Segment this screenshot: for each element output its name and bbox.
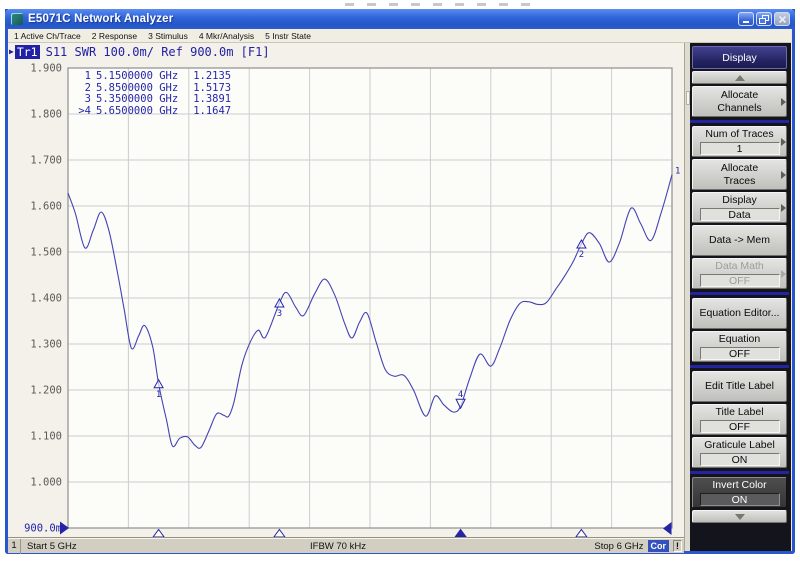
marker-table: 15.1500000 GHz1.213525.8500000 GHz1.5173… xyxy=(76,71,231,117)
sweep-start-label: Start 5 GHz xyxy=(27,541,77,552)
softkey-value-equation: OFF xyxy=(700,347,780,360)
softkey-value-invert-color: ON xyxy=(700,493,780,506)
softkey-label: Num of Traces xyxy=(705,128,773,141)
ifbw-label: IFBW 70 kHz xyxy=(310,541,366,552)
submenu-arrow-icon xyxy=(781,171,786,179)
active-trace-pointer-icon: ▶ xyxy=(9,47,14,56)
marker-frequency: 5.1500000 GHz xyxy=(96,71,178,83)
page: E5071C Network Analyzer 1 Active Ch/Trac… xyxy=(0,0,800,567)
channel-number-cell: 1 xyxy=(8,539,21,554)
softkey-scroll-down-button[interactable] xyxy=(692,510,787,523)
submenu-arrow-icon xyxy=(781,204,786,212)
marker-value: 1.1647 xyxy=(193,106,231,118)
softkey-menu-title: Display xyxy=(692,46,787,69)
softkey-button-display[interactable]: DisplayData xyxy=(692,192,787,223)
triangle-up-icon xyxy=(735,75,745,81)
softkey-group-separator xyxy=(690,120,789,123)
softkey-label: Invert Color xyxy=(712,479,766,492)
softkey-value-title-label: OFF xyxy=(700,420,780,433)
menu-item-2-response[interactable]: 2 Response xyxy=(92,31,137,41)
softkey-label: Data Math xyxy=(715,260,763,273)
softkey-button-data-math: Data MathOFF xyxy=(692,258,787,289)
softkey-scroll-up-button[interactable] xyxy=(692,71,787,84)
menu-item-1-active-ch-trace[interactable]: 1 Active Ch/Trace xyxy=(14,31,81,41)
softkey-label: Allocate Traces xyxy=(721,162,758,187)
trace-status-line[interactable]: ▶Tr1 S11 SWR 100.0m/ Ref 900.0m [F1] xyxy=(9,45,270,58)
softkey-group-separator xyxy=(690,292,789,295)
marker-number: >4 xyxy=(76,106,91,118)
marker-value: 1.2135 xyxy=(193,71,231,83)
softkey-button-invert-color[interactable]: Invert ColorON xyxy=(692,477,787,508)
softkey-button-title-label[interactable]: Title LabelOFF xyxy=(692,404,787,435)
marker-frequency: 5.6500000 GHz xyxy=(96,106,178,118)
status-bar: 1 Start 5 GHz IFBW 70 kHz Stop 6 GHz Cor… xyxy=(8,538,684,553)
submenu-arrow-icon xyxy=(781,98,786,106)
marker-row-1: 1 5.1500000 GHz 1.2135 xyxy=(76,71,231,83)
softkey-label: Data -> Mem xyxy=(709,234,770,247)
instrument-screen xyxy=(8,43,791,538)
softkey-button-data-mem[interactable]: Data -> Mem xyxy=(692,225,787,256)
softkey-button-allocate-channels[interactable]: Allocate Channels xyxy=(692,86,787,117)
softkey-menu: Display Allocate Channels Num of Traces1 Al… xyxy=(690,43,791,551)
softkey-label: Equation Editor... xyxy=(700,307,780,320)
close-icon xyxy=(778,15,787,24)
marker-frequency: 5.3500000 GHz xyxy=(96,94,178,106)
marker-number: 3 xyxy=(76,94,91,106)
softkey-label: Edit Title Label xyxy=(705,380,774,393)
softkey-button-edit-title-label[interactable]: Edit Title Label xyxy=(692,371,787,402)
window-title: E5071C Network Analyzer xyxy=(28,13,173,25)
close-button[interactable] xyxy=(774,12,790,26)
softkey-value-display: Data xyxy=(700,208,780,221)
softkey-label: Equation xyxy=(719,333,760,346)
cropped-text-artifact xyxy=(345,3,540,6)
trace-badge: Tr1 xyxy=(15,45,40,59)
minimize-icon xyxy=(741,15,751,24)
marker-number: 1 xyxy=(76,71,91,83)
softkey-button-graticule-label[interactable]: Graticule LabelON xyxy=(692,437,787,468)
marker-value: 1.3891 xyxy=(193,94,231,106)
menu-bar: 1 Active Ch/Trace 2 Response 3 Stimulus 4 M… xyxy=(8,29,791,43)
softkey-label: Title Label xyxy=(715,406,763,419)
menu-item-3-stimulus[interactable]: 3 Stimulus xyxy=(148,31,188,41)
submenu-arrow-icon xyxy=(781,138,786,146)
softkey-value-data-math: OFF xyxy=(700,274,780,287)
softkey-button-equation-editor[interactable]: Equation Editor... xyxy=(692,298,787,329)
softkey-label: Graticule Label xyxy=(704,439,775,452)
softkey-value-graticule-label: ON xyxy=(700,453,780,466)
marker-row-3: 3 5.3500000 GHz 1.3891 xyxy=(76,94,231,106)
triangle-down-icon xyxy=(735,514,745,520)
softkey-button-num-of-traces[interactable]: Num of Traces1 xyxy=(692,126,787,157)
softkey-label: Allocate Channels xyxy=(717,89,761,114)
trace-status-text: S11 SWR 100.0m/ Ref 900.0m [F1] xyxy=(46,45,270,59)
restore-button[interactable] xyxy=(756,12,772,26)
softkey-label: Display xyxy=(722,194,756,207)
sweep-stop-label: Stop 6 GHz xyxy=(594,541,643,552)
menu-item-5-instr-state[interactable]: 5 Instr State xyxy=(265,31,311,41)
restore-icon xyxy=(759,15,769,24)
menu-item-4-mkr-analysis[interactable]: 4 Mkr/Analysis xyxy=(199,31,254,41)
submenu-arrow-icon xyxy=(781,270,786,278)
softkey-button-equation[interactable]: EquationOFF xyxy=(692,331,787,362)
softkey-value-num-of-traces: 1 xyxy=(700,142,780,155)
alert-indicator: ! xyxy=(673,540,682,552)
window-titlebar: E5071C Network Analyzer xyxy=(5,9,795,29)
softkey-group-separator xyxy=(690,365,789,368)
softkey-group-separator xyxy=(690,471,789,474)
correction-badge: Cor xyxy=(648,540,670,552)
marker-row-4: >4 5.6500000 GHz 1.1647 xyxy=(76,106,231,118)
softkey-button-allocate-traces[interactable]: Allocate Traces xyxy=(692,159,787,190)
minimize-button[interactable] xyxy=(738,12,754,26)
app-icon xyxy=(11,13,23,25)
